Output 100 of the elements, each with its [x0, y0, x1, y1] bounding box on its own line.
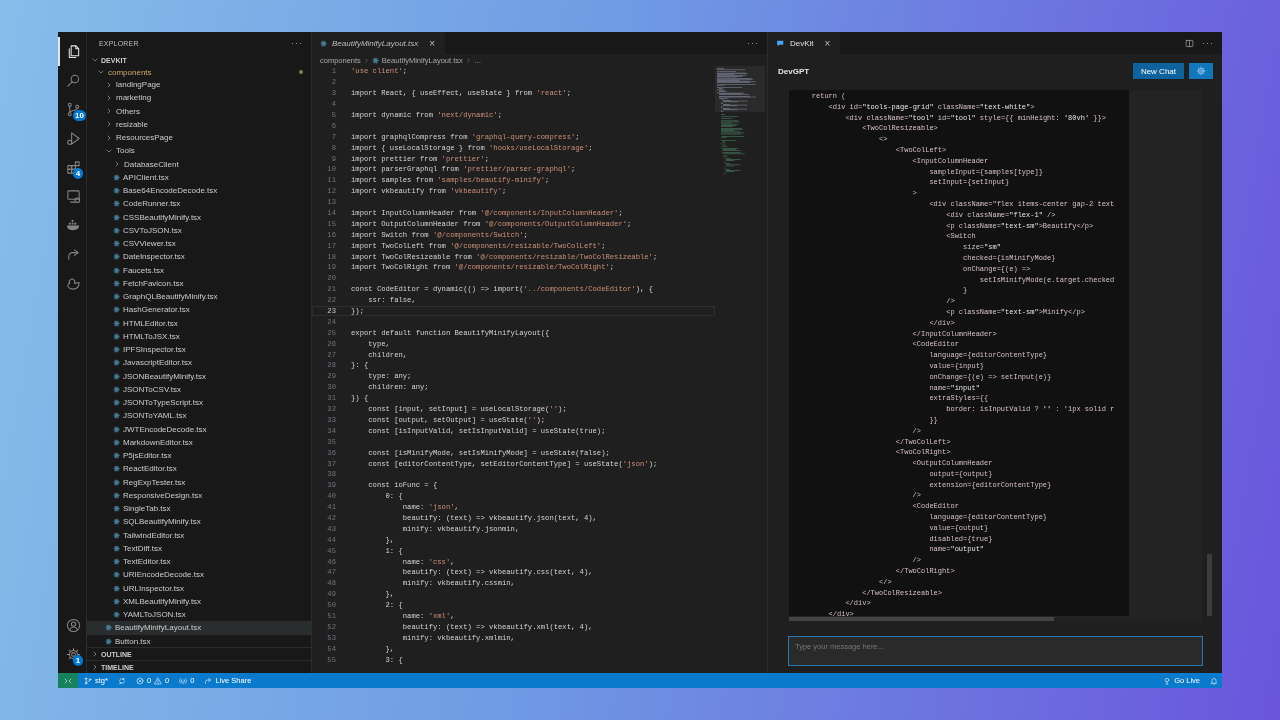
count-badge: 4 [73, 168, 83, 179]
more-button[interactable]: ··· [1202, 38, 1214, 48]
split-editor-icon[interactable] [1185, 38, 1194, 48]
file-item[interactable]: JWTEncodeDecode.tsx [87, 422, 311, 436]
scrollbar[interactable] [1207, 554, 1212, 616]
close-button[interactable]: × [824, 37, 831, 49]
panel-title: DevGPT [778, 66, 810, 76]
file-item[interactable]: BeautifyMinifyLayout.tsx [87, 621, 311, 635]
duck-icon[interactable] [65, 276, 81, 291]
file-item[interactable]: HTMLToJSX.tsx [87, 329, 311, 343]
folder-item[interactable]: marketing [87, 91, 311, 105]
file-item[interactable]: P5jsEditor.tsx [87, 449, 311, 463]
atom-icon [113, 385, 120, 393]
atom-icon [105, 624, 112, 632]
file-item[interactable]: HTMLEditor.tsx [87, 316, 311, 330]
monitor-icon[interactable] [65, 189, 81, 204]
file-item[interactable]: CSVViewer.tsx [87, 237, 311, 251]
search-icon[interactable] [65, 73, 81, 88]
folder-item[interactable]: Tools [87, 144, 311, 158]
atom-icon [113, 226, 120, 234]
file-item[interactable]: CSSBeautifyMinify.tsx [87, 210, 311, 224]
atom-icon [113, 372, 120, 380]
file-item[interactable]: IPFSInspector.tsx [87, 343, 311, 357]
folder-item[interactable]: components [87, 66, 311, 78]
folder-item[interactable]: landingPage [87, 78, 311, 92]
sync-icon[interactable] [117, 676, 126, 685]
settings-icon [1196, 66, 1206, 76]
file-item[interactable]: DateInspector.tsx [87, 250, 311, 264]
folder-item[interactable]: resizable [87, 117, 311, 131]
atom-icon [113, 399, 120, 407]
atom-icon [113, 558, 120, 566]
file-item[interactable]: YAMLToJSON.tsx [87, 608, 311, 622]
file-item[interactable]: JSONToYAML.tsx [87, 409, 311, 423]
file-item[interactable]: SingleTab.tsx [87, 502, 311, 516]
file-item[interactable]: FetchFavicon.tsx [87, 276, 311, 290]
file-item[interactable]: URLInspector.tsx [87, 581, 311, 595]
more-button[interactable]: ··· [747, 38, 759, 48]
more-button[interactable]: ··· [291, 38, 303, 48]
remote-button[interactable] [58, 673, 78, 688]
atom-icon [113, 584, 120, 592]
file-item[interactable]: JavascriptEditor.tsx [87, 356, 311, 370]
atom-icon [113, 505, 120, 513]
file-item[interactable]: TextEditor.tsx [87, 555, 311, 569]
file-item[interactable]: CodeRunner.tsx [87, 197, 311, 211]
file-item[interactable]: GraphQLBeautifyMinify.tsx [87, 290, 311, 304]
close-button[interactable]: × [429, 37, 436, 49]
atom-icon [371, 56, 379, 64]
atom-icon [113, 319, 120, 327]
atom-icon [113, 279, 120, 287]
file-item[interactable]: APIClient.tsx [87, 170, 311, 184]
file-item[interactable]: Base64EncodeDecode.tsx [87, 184, 311, 198]
atom-icon [113, 465, 120, 473]
atom-icon [113, 412, 120, 420]
bell-icon[interactable] [1210, 676, 1218, 685]
warning-icon [154, 676, 163, 685]
settings-icon[interactable] [65, 647, 81, 662]
atom-icon [113, 544, 120, 552]
new-chat-button[interactable]: New Chat [1132, 63, 1184, 79]
file-item[interactable]: TailwindEditor.tsx [87, 528, 311, 542]
file-item[interactable]: ReactEditor.tsx [87, 462, 311, 476]
file-item[interactable]: JSONToCSV.tsx [87, 382, 311, 396]
atom-icon [113, 332, 120, 340]
error-icon [135, 676, 144, 685]
file-item[interactable]: RegExpTester.tsx [87, 475, 311, 489]
atom-icon [113, 438, 120, 446]
file-item[interactable]: XMLBeautifyMinify.tsx [87, 594, 311, 608]
file-item[interactable]: MarkdownEditor.tsx [87, 435, 311, 449]
chevron-icon [464, 56, 472, 64]
file-item[interactable]: HashGenerator.tsx [87, 303, 311, 317]
panel-tab[interactable]: DevKit × [768, 32, 841, 54]
account-icon[interactable] [65, 618, 81, 633]
file-item[interactable]: ResponsiveDesign.tsx [87, 488, 311, 502]
atom-icon [113, 200, 120, 208]
run-debug-icon[interactable] [65, 131, 81, 146]
folder-item[interactable]: Others [87, 104, 311, 118]
folder-item[interactable]: DatabaseClient [87, 157, 311, 171]
atom-icon [113, 452, 120, 460]
file-item[interactable]: Button.tsx [87, 634, 311, 647]
scrollbar[interactable] [789, 616, 1054, 621]
share-arrow-icon [204, 676, 213, 685]
atom-icon [113, 293, 120, 301]
folder-item[interactable]: ResourcesPage [87, 131, 311, 145]
share-arrow-icon[interactable] [65, 247, 81, 262]
file-item[interactable]: Faucets.tsx [87, 263, 311, 277]
atom-icon [113, 518, 120, 526]
editor-tab[interactable]: BeautifyMinifyLayout.tsx × [312, 32, 446, 54]
atom-icon [113, 478, 120, 486]
atom-icon [320, 39, 327, 47]
file-item[interactable]: TextDiff.tsx [87, 541, 311, 555]
file-item[interactable]: SQLBeautifyMinify.tsx [87, 515, 311, 529]
atom-icon [113, 187, 120, 195]
atom-icon [113, 240, 120, 248]
file-item[interactable]: JSONToTypeScript.tsx [87, 396, 311, 410]
whale-icon[interactable] [65, 218, 81, 233]
file-item[interactable]: JSONBeautifyMinify.tsx [87, 369, 311, 383]
remote-icon [64, 676, 72, 685]
file-item[interactable]: URIEncodeDecode.tsx [87, 568, 311, 582]
minimap[interactable] [715, 66, 765, 176]
file-item[interactable]: CSVToJSON.tsx [87, 223, 311, 237]
atom-icon [113, 173, 120, 181]
